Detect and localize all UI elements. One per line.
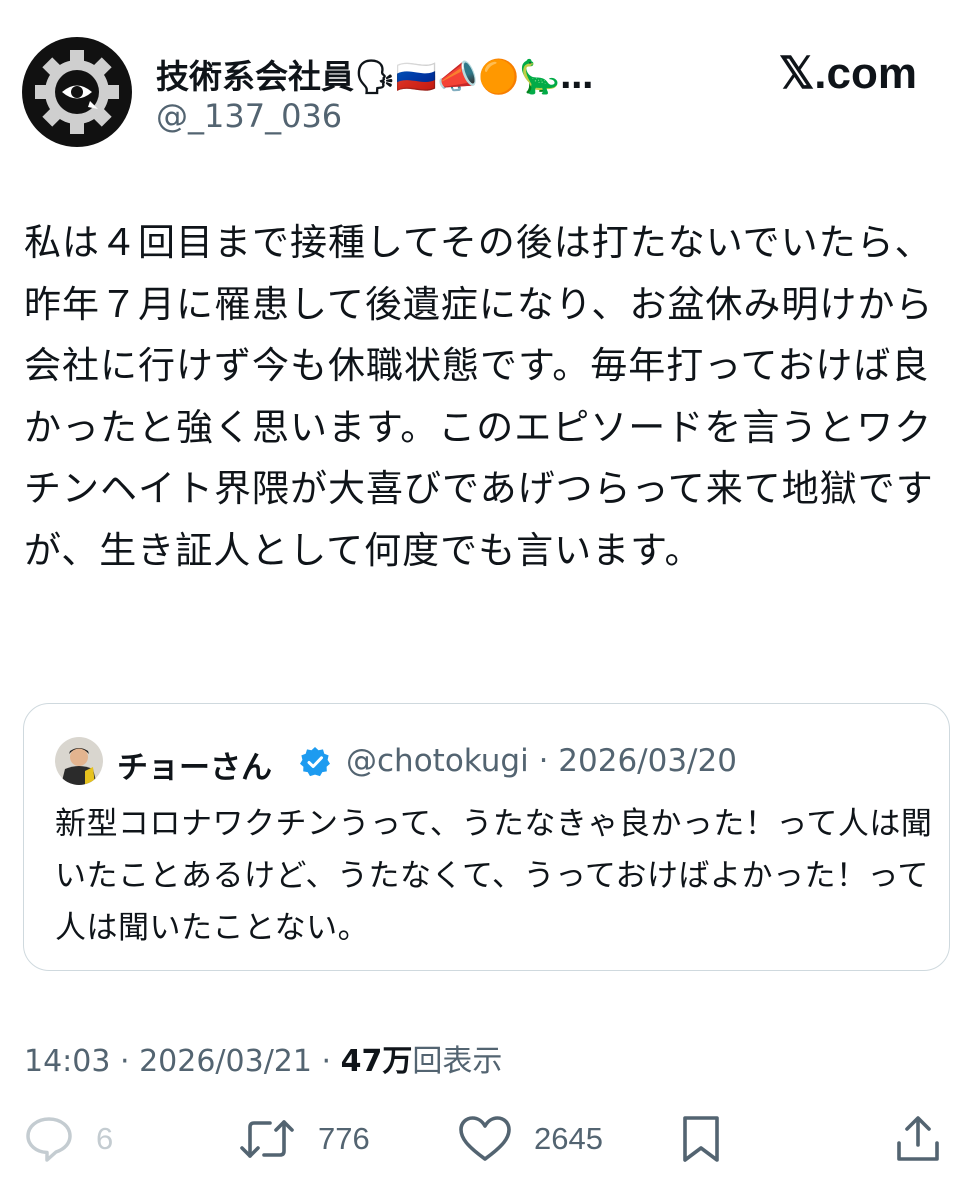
repost-icon	[240, 1120, 294, 1158]
views-count: 47万	[340, 1044, 413, 1079]
user-handle[interactable]: @_137_036	[156, 97, 342, 135]
reply-button[interactable]: 6	[24, 1114, 113, 1164]
repost-count: 776	[318, 1121, 370, 1156]
reply-icon	[26, 1117, 72, 1162]
profile-avatar[interactable]	[22, 37, 132, 147]
share-button[interactable]	[894, 1114, 942, 1164]
bookmark-icon	[683, 1116, 719, 1162]
share-icon	[897, 1116, 939, 1161]
tweet-page: 技術系会社員🗣🇷🇺📣🟠🦕… @_137_036 𝕏.com 私は４回目まで接種し…	[0, 0, 975, 1200]
quote-avatar[interactable]	[55, 737, 103, 785]
like-icon	[459, 1116, 511, 1161]
quote-text: 新型コロナワクチンうって、うたなきゃ良かった！って人は聞いたことあるけど、うたな…	[55, 806, 933, 946]
views-label: 回表示	[412, 1044, 503, 1079]
bookmark-button[interactable]	[678, 1114, 724, 1164]
like-button[interactable]: 2645	[458, 1114, 603, 1164]
verified-badge-icon	[299, 746, 331, 778]
quoted-tweet[interactable]: チョーさん @chotokugi · 2026/03/20 新型コロナワクチンう…	[23, 703, 950, 971]
tweet-timestamp[interactable]: 14:03 · 2026/03/21 ·	[24, 1044, 341, 1079]
display-name[interactable]: 技術系会社員🗣🇷🇺📣🟠🦕…	[156, 50, 593, 98]
quote-author-name[interactable]: チョーさん	[117, 742, 272, 787]
repost-button[interactable]: 776	[238, 1114, 370, 1164]
x-brand-logo: 𝕏.com	[778, 49, 917, 98]
eye-gear-icon	[22, 37, 132, 147]
person-avatar-icon	[55, 737, 103, 785]
tweet-text: 私は４回目まで接種してその後は打たないでいたら、昨年７月に罹患して後遺症になり、…	[24, 221, 934, 572]
like-count: 2645	[534, 1121, 603, 1156]
tweet-meta: 14:03 · 2026/03/21 · 47万回表示	[24, 1036, 502, 1080]
quote-handle-date: @chotokugi · 2026/03/20	[346, 743, 737, 779]
reply-count: 6	[96, 1121, 114, 1156]
